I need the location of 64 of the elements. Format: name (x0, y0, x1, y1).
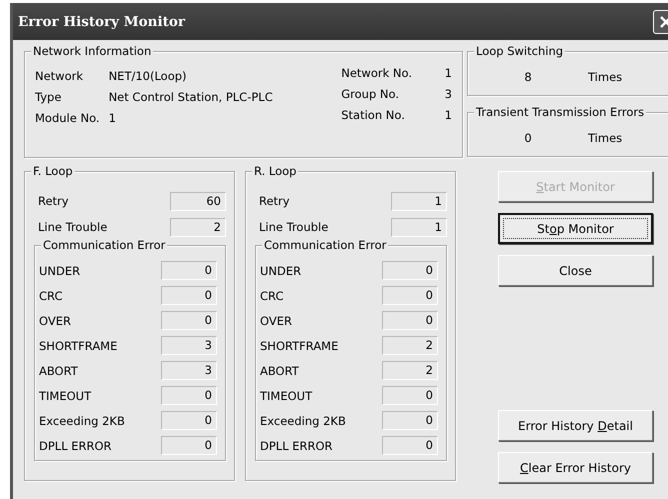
counter-field: 2 (170, 218, 226, 236)
count-value: 0 (523, 130, 533, 144)
counter-label: DPLL ERROR (38, 438, 112, 452)
counter-field: 2 (382, 336, 438, 355)
info-label: Station No. (341, 108, 406, 122)
counter-field: 0 (382, 436, 438, 455)
counter-label: Retry (37, 194, 69, 208)
counter-label: Retry (258, 194, 290, 208)
counter-label: OVER (259, 314, 292, 328)
counter-label: CRC (259, 288, 284, 302)
dialog-button[interactable]: Error History Detail (498, 410, 653, 441)
counter-label: OVER (38, 314, 71, 328)
unit-label: Times (588, 130, 622, 144)
info-value: 1 (444, 66, 452, 80)
counter-label: DPLL ERROR (259, 438, 333, 452)
counter-field: 0 (382, 311, 438, 330)
counter-label: ABORT (38, 364, 78, 378)
counter-label: Exceeding 2KB (259, 414, 346, 428)
counter-field: 0 (382, 261, 438, 280)
counter-field: 0 (161, 411, 217, 430)
counter-label: SHORTFRAME (259, 338, 338, 352)
counter-field: 0 (161, 386, 217, 405)
info-label: Type (35, 90, 62, 104)
group-title: R. Loop (252, 164, 298, 179)
count-value: 8 (523, 70, 533, 84)
counter-label: TIMEOUT (38, 388, 92, 402)
counter-field: 0 (382, 286, 438, 305)
info-label: Module No. (35, 111, 100, 125)
counter-label: Line Trouble (258, 220, 328, 234)
group-title: Loop Switching (474, 44, 566, 59)
counter-field: 3 (161, 336, 217, 355)
info-value: 3 (444, 87, 452, 101)
counter-field: 1 (391, 218, 447, 236)
dialog-button[interactable]: Stop Monitor (498, 213, 653, 244)
counter-field: 60 (170, 192, 226, 210)
counter-label: UNDER (38, 264, 80, 278)
unit-label: Times (588, 70, 622, 84)
group-title: F. Loop (31, 164, 75, 179)
counter-field: 0 (382, 386, 438, 405)
counter-field: 1 (391, 192, 447, 210)
info-value: 1 (444, 108, 452, 122)
info-label: Network No. (341, 66, 412, 80)
window-title: Error History Monitor (18, 14, 185, 30)
counter-label: Line Trouble (37, 220, 108, 234)
counter-field: 3 (161, 361, 217, 380)
info-value: Net Control Station, PLC-PLC (108, 90, 273, 104)
counter-field: 2 (382, 361, 438, 380)
counter-label: UNDER (259, 264, 302, 278)
counter-label: Exceeding 2KB (38, 414, 125, 428)
counter-field: 0 (161, 286, 217, 305)
counter-field: 0 (382, 411, 438, 430)
counter-field: 0 (161, 311, 217, 330)
counter-field: 0 (161, 436, 217, 455)
dialog-button[interactable]: Clear Error History (498, 452, 653, 483)
info-label: Group No. (341, 87, 400, 101)
info-value: NET/10(Loop) (108, 69, 188, 83)
info-label: Network (35, 69, 84, 83)
counter-label: SHORTFRAME (38, 338, 118, 352)
counter-label: TIMEOUT (259, 388, 312, 402)
info-value: 1 (108, 111, 117, 125)
counter-field: 0 (161, 261, 217, 280)
counter-label: ABORT (259, 364, 299, 378)
counter-label: CRC (38, 288, 62, 302)
dialog-button[interactable]: Close (498, 255, 653, 286)
